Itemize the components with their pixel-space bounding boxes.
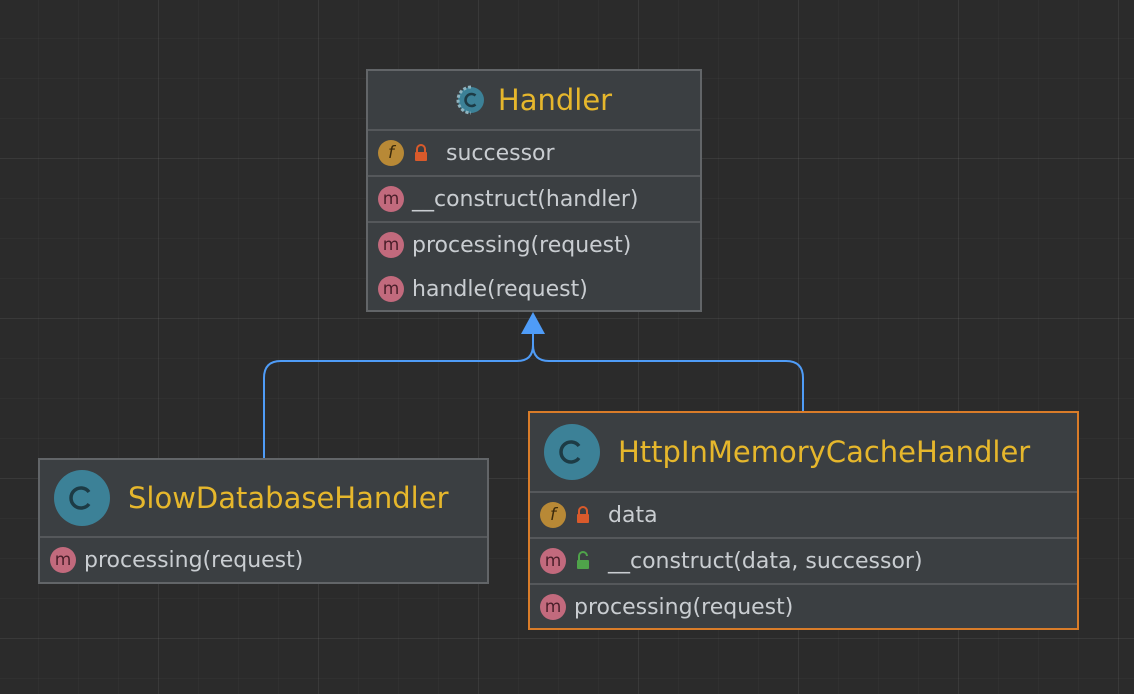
method-row[interactable]: m processing(request) [530,585,1077,629]
field-icon: f [378,140,404,166]
method-icon: m [378,276,404,302]
field-icon: f [540,502,566,528]
constructor-label: __construct(data, successor) [608,548,923,574]
method-icon: m [540,548,566,574]
public-unlock-icon [574,551,592,571]
methods-section: m processing(request) m handle(request) [368,223,700,311]
method-label: processing(request) [84,547,304,573]
generalization-arrowhead [521,312,545,334]
method-row[interactable]: m handle(request) [368,267,700,311]
method-row[interactable]: m processing(request) [40,538,487,582]
abstract-class-icon [456,85,486,115]
constructors-section: m __construct(handler) [368,177,700,223]
method-icon: m [378,232,404,258]
class-icon [54,470,110,526]
edge-http-in-memory-cache-handler-to-handler[interactable] [532,332,804,411]
class-icon [544,424,600,480]
class-header: SlowDatabaseHandler [40,460,487,538]
constructor-row[interactable]: m __construct(handler) [368,177,700,221]
method-icon: m [540,594,566,620]
field-row[interactable]: f data [530,493,1077,537]
method-label: processing(request) [574,594,794,620]
class-box-handler[interactable]: Handler f successor m __construct(handle… [366,69,702,312]
method-row[interactable]: m processing(request) [368,223,700,267]
method-label: handle(request) [412,276,588,302]
field-row[interactable]: f successor [368,131,700,175]
fields-section: f successor [368,131,700,177]
class-box-slow-database-handler[interactable]: SlowDatabaseHandler m processing(request… [38,458,489,584]
methods-section: m processing(request) [40,538,487,582]
constructors-section: m __construct(data, successor) [530,539,1077,585]
method-label: processing(request) [412,232,632,258]
class-box-http-in-memory-cache-handler[interactable]: HttpInMemoryCacheHandler f data m __cons… [528,411,1079,630]
class-header: Handler [368,71,700,131]
private-lock-icon [574,505,592,525]
private-lock-icon [412,143,430,163]
fields-section: f data [530,493,1077,539]
methods-section: m processing(request) [530,585,1077,629]
class-header: HttpInMemoryCacheHandler [530,413,1077,493]
method-icon: m [378,186,404,212]
edge-slow-database-handler-to-handler[interactable] [263,332,534,458]
constructor-label: __construct(handler) [412,186,639,212]
class-name: HttpInMemoryCacheHandler [618,435,1031,469]
constructor-row[interactable]: m __construct(data, successor) [530,539,1077,583]
class-name: SlowDatabaseHandler [128,481,449,515]
class-name: Handler [497,83,613,117]
method-icon: m [50,547,76,573]
field-label: data [608,502,658,528]
field-label: successor [446,140,555,166]
